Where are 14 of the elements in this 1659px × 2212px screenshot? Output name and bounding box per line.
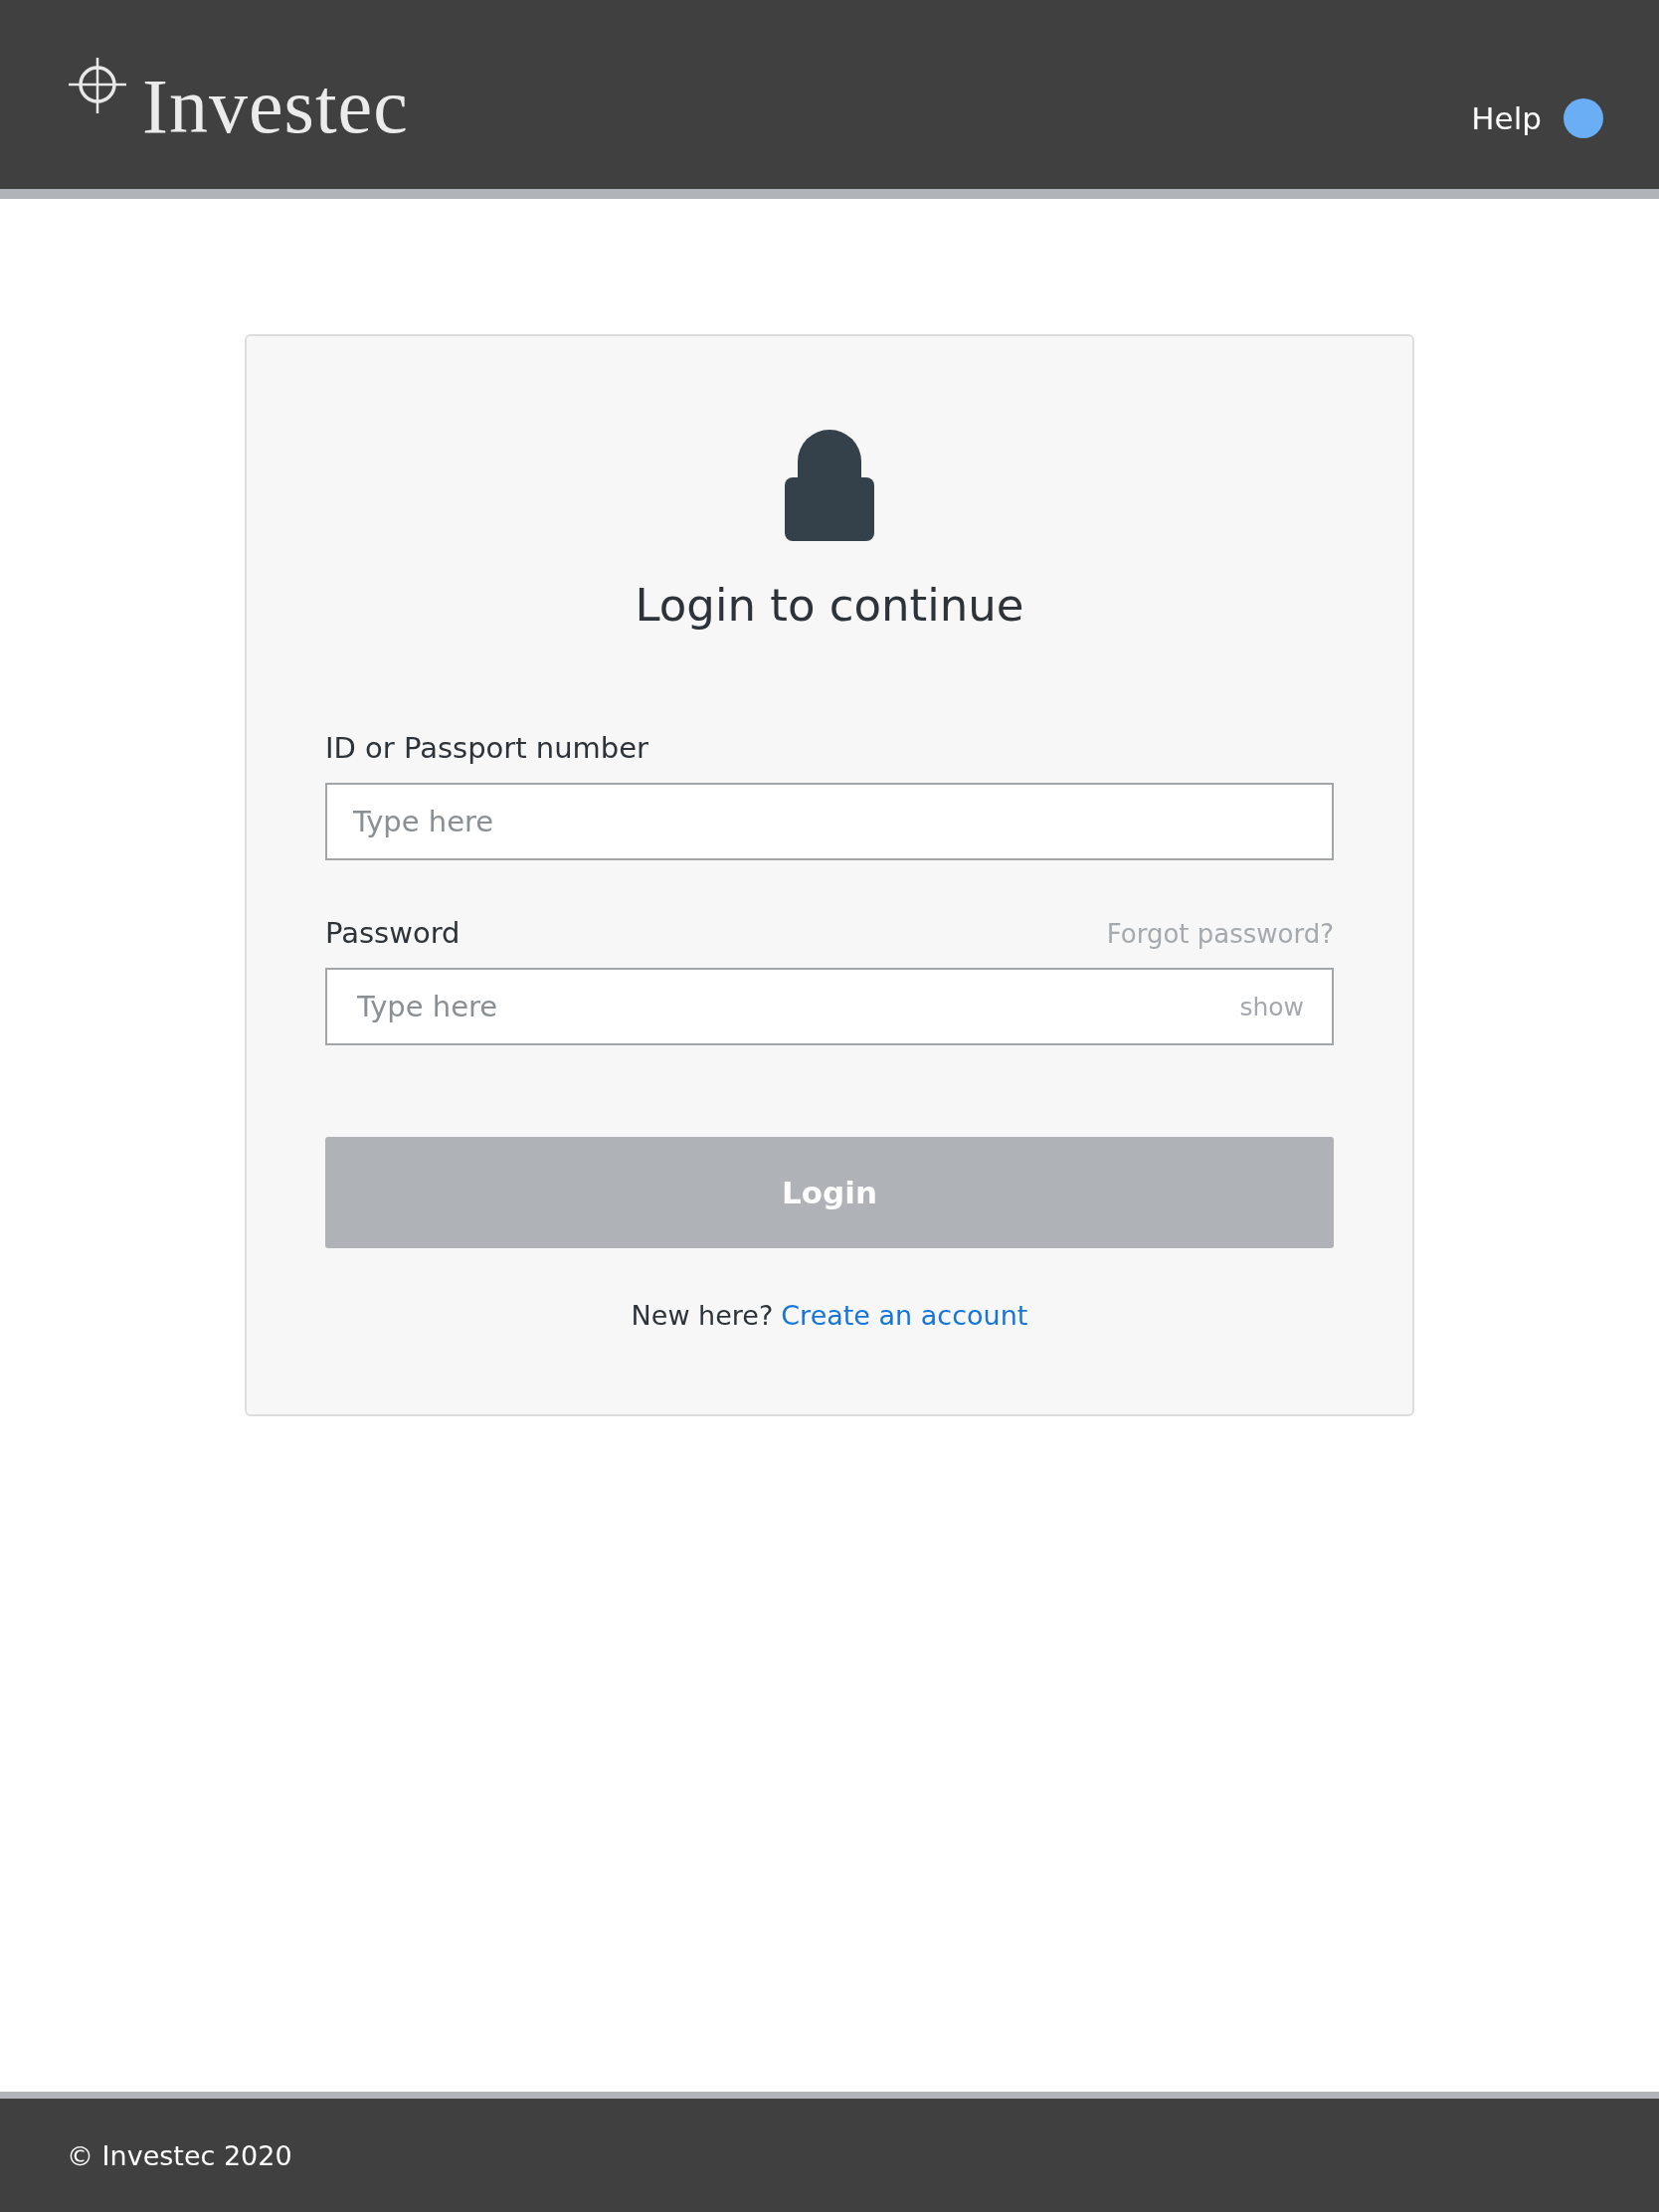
input-field[interactable]: Type here (325, 783, 1334, 860)
field-label: Password (325, 916, 461, 950)
crosshair-icon (67, 56, 128, 115)
lock-icon (785, 430, 874, 541)
create-account-link[interactable]: Create an account (781, 1300, 1028, 1331)
signup-prompt: New here? (631, 1300, 774, 1331)
forgot-password-link[interactable]: Forgot password? (1106, 919, 1334, 949)
help-link[interactable]: Help (1471, 100, 1542, 136)
show-password-toggle[interactable]: show (1239, 992, 1304, 1021)
copyright-text: © Investec 2020 (67, 2139, 292, 2171)
logo-wordmark[interactable]: Investec (142, 68, 409, 145)
field-label: ID or Passport number (325, 731, 648, 765)
login-title: Login to continue (634, 579, 1025, 632)
help-icon[interactable] (1564, 98, 1603, 138)
